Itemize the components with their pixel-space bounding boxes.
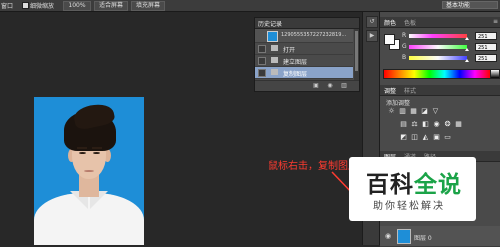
history-dock-icon[interactable]: ↺ — [366, 16, 378, 28]
layer-name: 图层 0 — [414, 235, 432, 242]
threshold-icon[interactable]: ◭ — [422, 134, 429, 141]
history-source-checkbox[interactable] — [258, 69, 266, 77]
history-item-label: 复制图层 — [283, 71, 308, 78]
add-adjustment-label: 添加调整 — [386, 100, 411, 107]
channel-slider[interactable] — [409, 45, 467, 49]
history-tab-label: 历史记录 — [258, 21, 283, 28]
new-document-from-state-icon[interactable]: ▣ — [313, 83, 319, 89]
channel-row-r: R 251 — [402, 32, 500, 41]
watermark-title-part1: 百科 — [366, 172, 414, 198]
photo-filter-icon[interactable]: ◉ — [433, 121, 440, 128]
snapshot-thumbnail — [267, 31, 278, 42]
color-spectrum-bar[interactable] — [383, 69, 491, 79]
history-source-checkbox[interactable] — [258, 45, 266, 53]
gradient-map-icon[interactable]: ▭ — [444, 134, 451, 141]
tab-styles[interactable]: 样式 — [404, 86, 416, 95]
tab-swatches[interactable]: 色板 — [404, 18, 416, 27]
channel-slider[interactable] — [409, 56, 467, 60]
shirt — [34, 193, 144, 245]
tab-color[interactable]: 颜色 — [384, 18, 396, 27]
scrubby-zoom-checkbox[interactable] — [22, 2, 29, 9]
watermark-title-part2: 全说 — [414, 172, 462, 198]
history-step-icon — [271, 57, 278, 63]
channel-row-b: B 251 — [402, 54, 500, 63]
eye-left — [79, 152, 86, 154]
channel-row-g: G 251 — [402, 43, 500, 52]
fit-screen-button[interactable]: 适合屏幕 — [94, 1, 128, 11]
channel-label: R — [402, 32, 407, 39]
channel-value-input[interactable]: 251 — [475, 32, 497, 40]
actions-dock-icon[interactable]: ▶ — [366, 30, 378, 42]
history-tab[interactable]: 历史记录 — [255, 18, 359, 29]
scrubby-zoom-label: 细微缩放 — [30, 3, 55, 10]
color-balance-icon[interactable]: ⚖ — [411, 121, 418, 128]
mouth — [84, 170, 94, 172]
history-source-checkbox[interactable] — [258, 57, 266, 65]
adjustments-panel-tabs: 调整 样式 — [380, 85, 500, 96]
history-item-label: 打开 — [283, 47, 296, 54]
history-scrollbar[interactable] — [354, 29, 359, 81]
black-white-icon[interactable]: ◧ — [422, 121, 429, 128]
history-snapshot[interactable]: 1290555357227232819... — [255, 29, 353, 43]
channel-value-input[interactable]: 251 — [475, 43, 497, 51]
levels-icon[interactable]: ▥ — [399, 108, 406, 115]
trash-icon[interactable]: ▥ — [341, 83, 347, 89]
history-footer: ▣ ◉ ▥ — [255, 80, 359, 91]
hue-saturation-icon[interactable]: ▤ — [400, 121, 407, 128]
brow-left — [77, 147, 87, 149]
watermark-subtitle: 助你轻松解决 — [373, 201, 445, 212]
history-panel: 历史记录 1290555357227232819... 打开 建立图层 复制图层… — [254, 17, 360, 92]
vibrance-icon[interactable]: ▽ — [432, 108, 439, 115]
fill-screen-button[interactable]: 填充屏幕 — [131, 1, 165, 11]
tab-adjustments[interactable]: 调整 — [384, 86, 396, 95]
channel-slider[interactable] — [409, 34, 467, 38]
foreground-color-swatch[interactable] — [384, 34, 395, 45]
brow-right — [92, 147, 102, 149]
layer-thumbnail — [397, 229, 411, 244]
color-panel-tabs: 颜色 色板 ≡ — [380, 17, 500, 28]
eye-right — [93, 152, 100, 154]
eye-icon[interactable]: ◉ — [385, 232, 391, 240]
options-bar: 窗口 细微缩放 100% 适合屏幕 填充屏幕 基本功能 — [0, 0, 500, 12]
history-step-icon — [271, 69, 278, 75]
layer-row[interactable]: ◉ 图层 0 — [380, 226, 500, 247]
watermark-logo: 百科全说 助你轻松解决 — [349, 157, 476, 221]
exposure-icon[interactable]: ◪ — [421, 108, 428, 115]
scrollbar-thumb[interactable] — [355, 31, 358, 71]
snapshot-label: 1290555357227232819... — [281, 32, 347, 38]
history-item-duplicate-layer[interactable]: 复制图层 — [255, 67, 353, 79]
slider-knob[interactable] — [465, 48, 469, 51]
curves-icon[interactable]: ▦ — [410, 108, 417, 115]
watermark-title: 百科全说 — [366, 165, 462, 199]
brightness-icon[interactable]: ☼ — [388, 108, 395, 115]
history-item-label: 建立图层 — [283, 59, 308, 66]
snapshot-camera-icon[interactable]: ◉ — [327, 83, 333, 89]
black-white-ramp[interactable] — [490, 69, 500, 79]
invert-icon[interactable]: ◩ — [400, 134, 407, 141]
channel-value-input[interactable]: 251 — [475, 54, 497, 62]
history-step-icon — [271, 45, 278, 51]
channel-mixer-icon[interactable]: ❂ — [444, 121, 451, 128]
color-lookup-icon[interactable]: ▦ — [455, 121, 462, 128]
window-menu-label[interactable]: 窗口 — [1, 1, 13, 10]
workspace-select[interactable]: 基本功能 — [442, 1, 498, 9]
channel-label: G — [402, 43, 407, 50]
zoom-100-button[interactable]: 100% — [63, 1, 91, 11]
slider-knob[interactable] — [465, 37, 469, 40]
portrait-photo — [34, 97, 144, 245]
selective-color-icon[interactable]: ▣ — [433, 134, 440, 141]
history-item-new-layer[interactable]: 建立图层 — [255, 55, 353, 67]
history-item-open[interactable]: 打开 — [255, 43, 353, 55]
posterize-icon[interactable]: ◫ — [411, 134, 418, 141]
channel-label: B — [402, 54, 407, 61]
slider-knob[interactable] — [465, 59, 469, 62]
panel-menu-icon[interactable]: ≡ — [493, 18, 498, 25]
